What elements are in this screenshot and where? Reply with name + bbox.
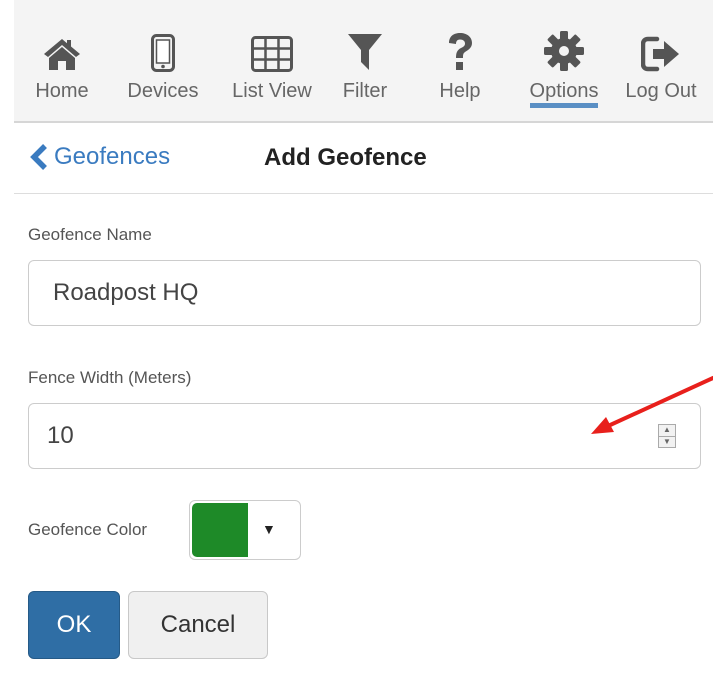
toolbar-help[interactable]: Help bbox=[430, 22, 490, 114]
fence-width-stepper[interactable]: ▲ ▼ bbox=[658, 424, 676, 448]
geofence-name-value: Roadpost HQ bbox=[53, 279, 199, 306]
mobile-device-icon bbox=[116, 22, 210, 72]
toolbar-options[interactable]: Options bbox=[518, 22, 610, 114]
filter-funnel-icon bbox=[332, 22, 398, 72]
chevron-left-icon bbox=[30, 144, 47, 170]
geofence-color-picker[interactable]: ▼ bbox=[189, 500, 301, 560]
stepper-up-icon[interactable]: ▲ bbox=[659, 425, 675, 437]
page-header: Geofences Add Geofence bbox=[14, 123, 713, 194]
toolbar-label: Options bbox=[529, 80, 599, 108]
stepper-down-icon[interactable]: ▼ bbox=[659, 437, 675, 448]
chevron-down-icon: ▼ bbox=[262, 521, 276, 537]
log-out-icon bbox=[616, 22, 706, 72]
toolbar-filter[interactable]: Filter bbox=[332, 22, 398, 114]
ok-button[interactable]: OK bbox=[28, 591, 120, 659]
toolbar-home[interactable]: Home bbox=[22, 22, 102, 114]
toolbar-label: Help bbox=[439, 80, 481, 102]
home-icon bbox=[22, 22, 102, 72]
top-toolbar: Home Devices List View Filter Help Optio… bbox=[14, 0, 713, 123]
grid-table-icon bbox=[220, 22, 324, 72]
fence-width-input[interactable]: 10 ▲ ▼ bbox=[28, 403, 701, 469]
fence-width-value: 10 bbox=[47, 422, 74, 449]
toolbar-list-view[interactable]: List View bbox=[220, 22, 324, 114]
gear-icon bbox=[518, 22, 610, 72]
color-swatch bbox=[192, 503, 248, 557]
toolbar-label: Devices bbox=[127, 80, 199, 102]
toolbar-devices[interactable]: Devices bbox=[116, 22, 210, 114]
geofence-name-label: Geofence Name bbox=[28, 225, 152, 244]
geofence-form: Geofence Name Roadpost HQ Fence Width (M… bbox=[14, 194, 713, 673]
toolbar-label: Log Out bbox=[625, 80, 697, 102]
toolbar-label: Home bbox=[35, 80, 89, 102]
toolbar-log-out[interactable]: Log Out bbox=[616, 22, 706, 114]
geofence-color-label: Geofence Color bbox=[28, 520, 148, 539]
cancel-button[interactable]: Cancel bbox=[128, 591, 268, 659]
page-title: Add Geofence bbox=[264, 144, 427, 171]
back-link-geofences[interactable]: Geofences bbox=[28, 143, 170, 171]
toolbar-label: Filter bbox=[342, 80, 388, 102]
geofence-name-input[interactable]: Roadpost HQ bbox=[28, 260, 701, 326]
back-link-label: Geofences bbox=[54, 143, 171, 170]
question-mark-icon bbox=[430, 22, 490, 72]
toolbar-label: List View bbox=[232, 80, 312, 102]
fence-width-label: Fence Width (Meters) bbox=[28, 368, 192, 387]
